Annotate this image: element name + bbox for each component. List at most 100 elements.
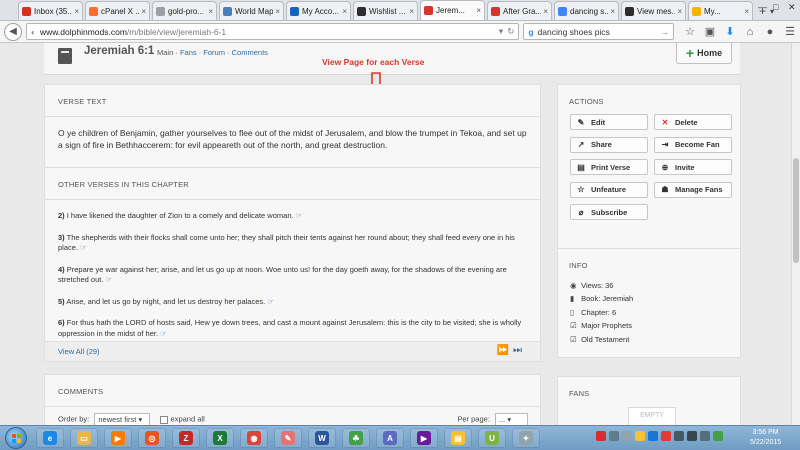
reload-icon[interactable]: ↻ — [507, 26, 514, 37]
search-input[interactable]: g dancing shoes pics → — [523, 23, 674, 40]
pointing-hand-icon[interactable]: ☞ — [296, 211, 303, 220]
browser-tab[interactable]: cPanel X ... × — [85, 1, 150, 20]
tab-close-icon[interactable]: × — [74, 7, 79, 16]
maximize-icon[interactable]: □ — [773, 2, 778, 12]
verse-number[interactable]: 5) — [58, 297, 65, 306]
tab-close-icon[interactable]: × — [342, 7, 347, 16]
chat-icon[interactable]: ● — [760, 26, 780, 38]
start-button[interactable] — [5, 427, 27, 449]
warning-icon[interactable] — [635, 431, 645, 441]
taskbar-word[interactable]: W — [308, 428, 336, 448]
address-bar[interactable]: ◐ www.dolphinmods.com/m/bible/view/jerem… — [25, 23, 520, 40]
browser-tab[interactable]: Inbox (35... × — [18, 1, 83, 20]
edit-button[interactable]: ✎ Edit — [570, 114, 648, 130]
volume-icon[interactable] — [700, 431, 710, 441]
home-button[interactable]: + Home — [676, 43, 732, 64]
link-comments[interactable]: Comments — [232, 48, 268, 57]
fast-forward-icon[interactable]: ⏩ — [497, 345, 513, 356]
browser-tab[interactable]: My Acco... × — [286, 1, 351, 20]
back-icon[interactable]: ◀ — [4, 22, 22, 41]
minimize-icon[interactable]: — — [758, 2, 767, 12]
tab-close-icon[interactable]: × — [275, 7, 280, 16]
view-all-link[interactable]: View All (29) — [58, 347, 100, 356]
per-page-control: Per page: ... ▾ — [457, 413, 528, 425]
unfeature-button[interactable]: ☆ Unfeature — [570, 181, 648, 198]
network-icon[interactable] — [687, 431, 697, 441]
invite-button[interactable]: ⊕ Invite — [654, 159, 732, 175]
download-icon[interactable]: ⬇ — [720, 25, 740, 38]
link-main[interactable]: Main — [157, 48, 173, 57]
tab-close-icon[interactable]: × — [677, 7, 682, 16]
taskbar-chrome[interactable]: ◉ — [240, 428, 268, 448]
browser-tab[interactable]: Jerem... × — [420, 0, 485, 20]
order-by-select[interactable]: newest first ▾ — [94, 413, 151, 425]
browser-tab[interactable]: After Gra... × — [487, 1, 552, 20]
paint-icon: ✎ — [281, 431, 295, 445]
tab-close-icon[interactable]: × — [208, 7, 213, 16]
taskbar-filezilla[interactable]: Z — [172, 428, 200, 448]
taskbar-notes-app[interactable]: ▤ — [444, 428, 472, 448]
taskbar-ultraedit[interactable]: U — [478, 428, 506, 448]
scrollbar-thumb[interactable] — [793, 158, 799, 263]
page-scrollbar[interactable] — [791, 43, 800, 425]
pointing-hand-icon[interactable]: ☞ — [80, 243, 87, 252]
monitor-icon[interactable] — [674, 431, 684, 441]
arrow-right-icon[interactable]: → — [661, 27, 670, 37]
printer-icon[interactable] — [609, 431, 619, 441]
taskbar-purple-app[interactable]: ▶ — [410, 428, 438, 448]
tab-close-icon[interactable]: × — [476, 6, 481, 15]
subscribe-button[interactable]: ⌀ Subscribe — [570, 204, 648, 220]
power-icon[interactable] — [713, 431, 723, 441]
print-verse-button[interactable]: ▤ Print Verse — [570, 159, 648, 175]
browser-tab[interactable]: View mes... × — [621, 1, 686, 20]
star-icon[interactable]: ☆ — [680, 25, 700, 38]
pointing-hand-icon[interactable]: ☞ — [160, 329, 167, 338]
tab-close-icon[interactable]: × — [409, 7, 414, 16]
system-clock[interactable]: 3:56 PM 5/22/2015 — [750, 428, 781, 448]
taskbar-frog-app[interactable]: ☘ — [342, 428, 370, 448]
pdf-icon[interactable] — [596, 431, 606, 441]
taskbar-firefox[interactable]: ◎ — [138, 428, 166, 448]
verse-number[interactable]: 6) — [58, 318, 65, 327]
browser-tab[interactable]: dancing s... × — [554, 1, 619, 20]
pointing-hand-icon[interactable]: ☞ — [105, 275, 112, 284]
link-forum[interactable]: Forum — [203, 48, 225, 57]
firefox-icon: ◎ — [145, 431, 159, 445]
drive-icon[interactable] — [622, 431, 632, 441]
verse-number[interactable]: 2) — [58, 211, 65, 220]
skip-end-icon[interactable]: ⏭ — [513, 345, 526, 356]
link-fans[interactable]: Fans — [180, 48, 197, 57]
tab-close-icon[interactable]: × — [744, 7, 749, 16]
share-button[interactable]: ↗ Share — [570, 136, 648, 153]
tab-label: Wishlist ... — [369, 6, 406, 16]
home-icon[interactable]: ⌂ — [740, 26, 760, 38]
dropdown-icon[interactable]: ▾ — [499, 26, 503, 37]
per-page-select[interactable]: ... ▾ — [495, 413, 528, 425]
pointing-hand-icon[interactable]: ☞ — [267, 297, 274, 306]
tab-close-icon[interactable]: × — [141, 7, 146, 16]
flag-icon[interactable] — [661, 431, 671, 441]
verse-number[interactable]: 3) — [58, 233, 65, 242]
shield-icon[interactable] — [648, 431, 658, 441]
expand-all-checkbox[interactable] — [160, 415, 169, 424]
delete-button[interactable]: ✕ Delete — [654, 114, 732, 130]
menu-icon[interactable]: ☰ — [780, 25, 800, 38]
taskbar-tools-app[interactable]: ✦ — [512, 428, 540, 448]
close-window-icon[interactable]: ✕ — [788, 2, 796, 13]
tab-close-icon[interactable]: × — [610, 7, 615, 16]
taskbar-file-explorer[interactable]: ▭ — [70, 428, 98, 448]
taskbar-ab-app[interactable]: A — [376, 428, 404, 448]
browser-tab[interactable]: gold-pro... × — [152, 1, 217, 20]
browser-tab[interactable]: World Map A...× — [219, 1, 284, 20]
manage-fans-button[interactable]: ☗ Manage Fans — [654, 181, 732, 198]
taskbar-internet-explorer[interactable]: e — [36, 428, 64, 448]
browser-tab[interactable]: Wishlist ... × — [353, 1, 418, 20]
taskbar-media-player[interactable]: ▶ — [104, 428, 132, 448]
become-fan-button[interactable]: ⇥ Become Fan — [654, 136, 732, 153]
taskbar-excel[interactable]: X — [206, 428, 234, 448]
clipboard-icon[interactable]: ▣ — [700, 25, 720, 38]
taskbar-paint[interactable]: ✎ — [274, 428, 302, 448]
verse-number[interactable]: 4) — [58, 265, 65, 274]
tab-close-icon[interactable]: × — [543, 7, 548, 16]
browser-tab[interactable]: My... × — [688, 1, 753, 20]
